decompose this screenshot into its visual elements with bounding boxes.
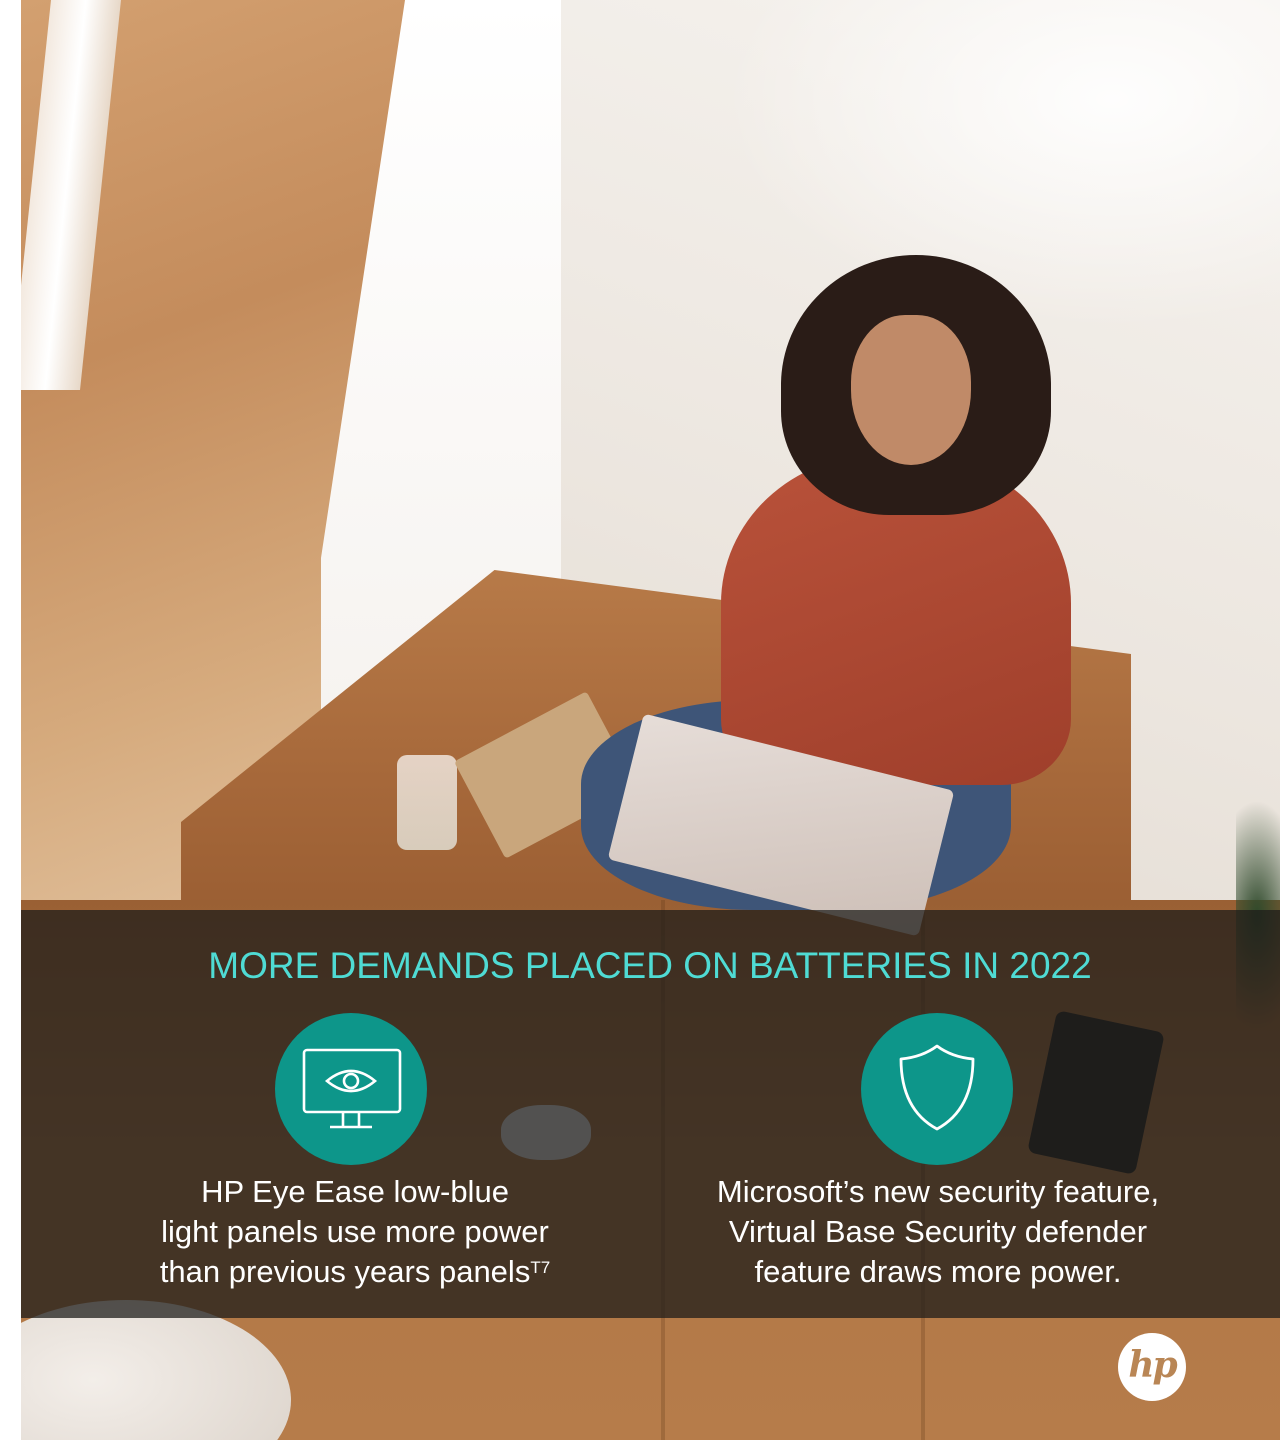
feature-line: light panels use more power <box>161 1214 549 1249</box>
hp-logo: hp <box>1118 1333 1186 1401</box>
hp-logo-text: hp <box>1128 1344 1177 1386</box>
feature-security-text: Microsoft’s new security feature, Virtua… <box>660 1172 1216 1292</box>
monitor-eye-icon <box>275 1013 427 1165</box>
feature-line: Virtual Base Security defender <box>728 1214 1148 1249</box>
headline: MORE DEMANDS PLACED ON BATTERIES IN 2022 <box>208 945 1092 986</box>
person-face <box>851 315 971 465</box>
water-glass <box>397 755 457 850</box>
feature-eye-ease-text: HP Eye Ease low-blue light panels use mo… <box>105 1172 605 1292</box>
feature-line: feature draws more power. <box>754 1254 1122 1289</box>
feature-line: than previous years panels <box>159 1254 531 1289</box>
footnote-marker: T7 <box>530 1258 551 1277</box>
shield-icon <box>861 1013 1013 1165</box>
feature-line: Microsoft’s new security feature, <box>716 1174 1160 1209</box>
light-patch <box>721 0 1280 330</box>
feature-line: HP Eye Ease low-blue <box>201 1174 509 1209</box>
